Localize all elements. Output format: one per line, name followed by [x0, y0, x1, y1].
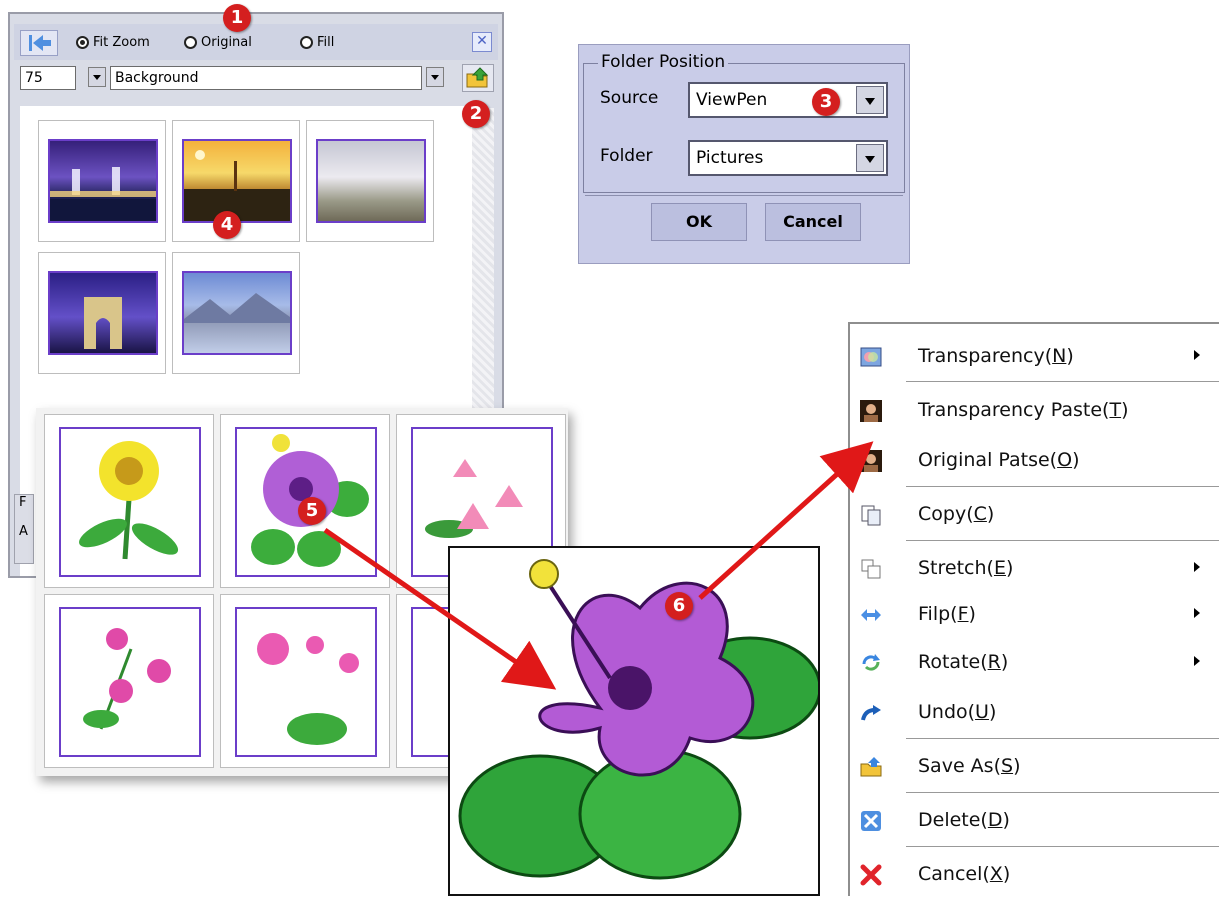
callout-badge-3: 3: [812, 88, 840, 116]
callout-badge-4: 4: [213, 211, 241, 239]
annotation-arrows: [323, 441, 874, 690]
callout-badge-1: 1: [223, 4, 251, 32]
callout-badge-5: 5: [298, 497, 326, 525]
callout-badge-6: 6: [665, 592, 693, 620]
callout-badge-2: 2: [462, 100, 490, 128]
arrow-to-menu: [698, 441, 874, 600]
arrow-to-preview: [323, 527, 557, 690]
